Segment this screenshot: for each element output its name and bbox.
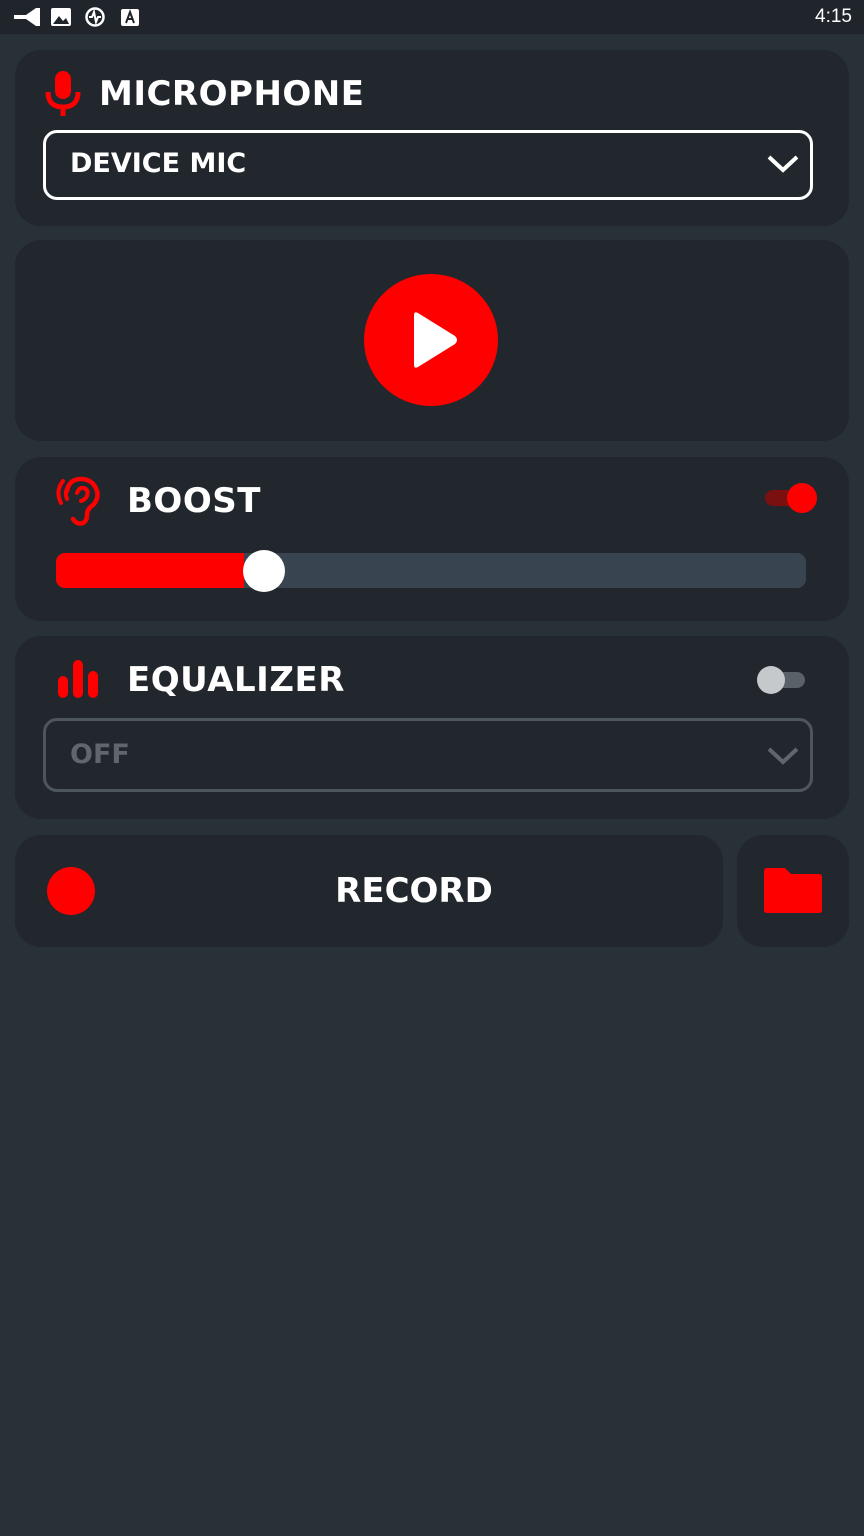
boost-toggle-knob [787, 483, 817, 513]
record-label: RECORD [335, 871, 493, 911]
equalizer-select[interactable]: OFF [43, 718, 813, 792]
equalizer-toggle[interactable] [757, 666, 807, 694]
equalizer-select-value: OFF [70, 739, 130, 770]
microphone-card: MICROPHONE DEVICE MIC [15, 50, 849, 226]
record-button[interactable]: RECORD [15, 835, 723, 947]
sync-icon [85, 7, 105, 27]
chevron-down-icon [767, 155, 799, 173]
player-card [15, 240, 849, 441]
boost-toggle[interactable] [765, 483, 817, 513]
boost-slider[interactable] [56, 550, 806, 592]
status-bar: 4:15 [0, 0, 864, 34]
play-button[interactable] [364, 274, 498, 406]
clock: 4:15 [815, 6, 852, 27]
play-icon [414, 312, 457, 368]
equalizer-toggle-knob [757, 666, 785, 694]
folder-icon [764, 868, 822, 913]
microphone-select[interactable]: DEVICE MIC [43, 130, 813, 200]
notification-icon [14, 8, 40, 26]
equalizer-card: EQUALIZER OFF [15, 636, 849, 819]
boost-card: BOOST [15, 457, 849, 621]
chevron-down-icon [767, 747, 799, 765]
microphone-title: MICROPHONE [99, 74, 365, 114]
folder-button[interactable] [737, 835, 849, 947]
boost-slider-thumb[interactable] [243, 550, 285, 592]
boost-title: BOOST [127, 481, 261, 521]
equalizer-bars-icon [58, 660, 98, 698]
keyboard-a-icon [121, 9, 139, 26]
boost-slider-fill [56, 553, 244, 588]
image-icon [51, 8, 71, 26]
microphone-select-value: DEVICE MIC [70, 148, 247, 179]
microphone-icon [45, 71, 81, 116]
equalizer-title: EQUALIZER [127, 660, 345, 700]
ear-icon [56, 476, 100, 526]
